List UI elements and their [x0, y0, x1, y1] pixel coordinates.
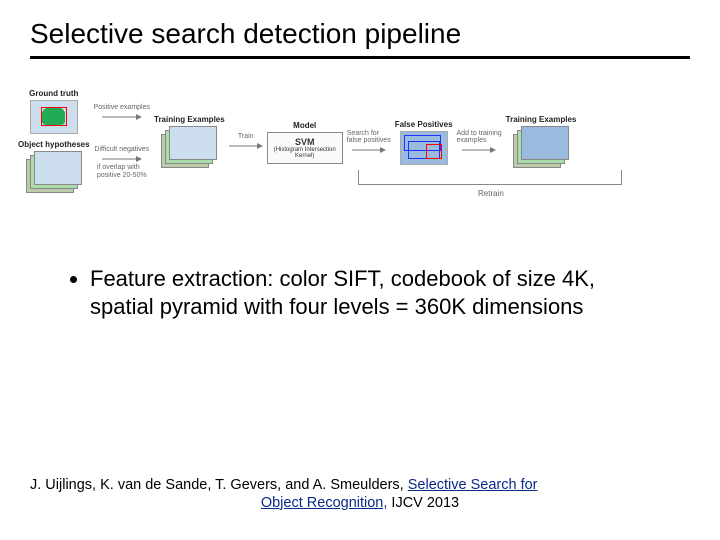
- false-positives-label: False Positives: [395, 120, 453, 129]
- bullet-list: Feature extraction: color SIFT, codebook…: [60, 265, 660, 320]
- model-box: SVM (Histogram Intersection Kernel): [267, 132, 343, 164]
- hypotheses-stack: [26, 151, 82, 195]
- citation-tail: IJCV 2013: [387, 495, 459, 511]
- title-underline: [30, 56, 690, 59]
- object-hypotheses-label: Object hypotheses: [18, 140, 90, 149]
- false-positives-image: [400, 131, 448, 165]
- training-examples-2-image: [513, 126, 569, 170]
- overlap-note: if overlap with positive 20-50%: [97, 164, 147, 179]
- citation-link-b[interactable]: Object Recognition,: [261, 495, 388, 511]
- model-label: Model: [293, 121, 316, 130]
- search-arrow: Search for false positives: [347, 130, 391, 155]
- train-arrow: Train: [229, 133, 263, 151]
- training-examples-image: [161, 126, 217, 170]
- citation-authors: J. Uijlings, K. van de Sande, T. Gevers,…: [30, 477, 408, 493]
- bullet-item: Feature extraction: color SIFT, codebook…: [90, 265, 660, 320]
- citation-link-a[interactable]: Selective Search for: [408, 477, 538, 493]
- retrain-loop: [358, 184, 622, 185]
- training-examples-2-label: Training Examples: [506, 115, 577, 124]
- retrain-label: Retrain: [478, 189, 504, 198]
- citation: J. Uijlings, K. van de Sande, T. Gevers,…: [30, 476, 690, 512]
- ground-truth-image: [30, 100, 78, 134]
- ground-truth-label: Ground truth: [29, 89, 78, 98]
- pipeline-diagram: Ground truth Object hypotheses Positive …: [18, 89, 702, 195]
- training-examples-label: Training Examples: [154, 115, 225, 124]
- arrow-positive: Positive examples: [94, 104, 150, 122]
- arrow-negative: Difficult negatives if overlap with posi…: [94, 146, 150, 179]
- add-to-training-arrow: Add to training examples: [457, 130, 502, 155]
- slide-title: Selective search detection pipeline: [0, 0, 720, 56]
